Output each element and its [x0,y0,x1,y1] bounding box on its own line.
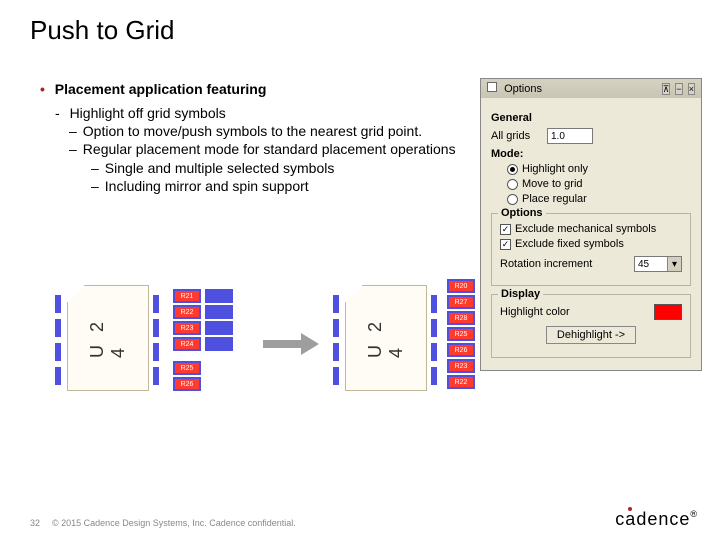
rotation-label: Rotation increment [500,258,634,270]
sublist-item: –Including mirror and spin support [55,177,456,195]
color-swatch[interactable] [654,304,682,320]
dehighlight-button[interactable]: Dehighlight -> [546,326,636,344]
resistor-col [205,289,233,351]
minimize-button[interactable]: − [675,83,682,95]
dehighlight-row: Dehighlight -> [500,326,682,344]
chevron-down-icon[interactable]: ▾ [667,257,681,271]
copyright: © 2015 Cadence Design Systems, Inc. Cade… [52,518,296,528]
dialog-icon [487,82,497,92]
main-bullet: • Placement application featuring [40,81,266,97]
diagram: U 2 4 R21 R22 R23 R24 R25 R26 U 2 4 R20 … [55,285,455,425]
footer: 32 © 2015 Cadence Design Systems, Inc. C… [30,518,296,528]
radio-row[interactable]: Move to grid [507,178,691,190]
mode-label-row: Mode: [491,148,691,160]
display-legend: Display [498,288,543,300]
display-fieldset: Display Highlight color Dehighlight -> [491,294,691,358]
highlight-label: Highlight color [500,306,654,318]
sublist-item: –Regular placement mode for standard pla… [55,140,456,158]
pin-col [55,295,61,385]
radio-icon[interactable] [507,164,518,175]
page-number: 32 [30,518,40,528]
resistor-col-left: R21 R22 R23 R24 R25 R26 [173,289,201,391]
rotation-combo[interactable]: 45 ▾ [634,256,682,272]
chip-left: U 2 4 [67,285,149,391]
dialog-title: Options [504,83,542,95]
radio-icon[interactable] [507,194,518,205]
pin-col [431,295,437,385]
highlight-row: Highlight color [500,304,682,320]
options-legend: Options [498,207,546,219]
dialog-body: General All grids Mode: Highlight only M… [481,98,701,370]
checkbox-icon[interactable] [500,224,511,235]
radio-row[interactable]: Highlight only [507,163,691,175]
close-button[interactable]: × [688,83,695,95]
options-dialog: Options ⊼ − × General All grids Mode: Hi… [480,78,702,371]
cadence-logo: cadence® [615,509,698,530]
pin-button[interactable]: ⊼ [662,83,671,95]
check-row[interactable]: Exclude fixed symbols [500,238,682,250]
mode-radios: Highlight only Move to grid Place regula… [491,163,691,205]
page-title: Push to Grid [30,15,175,46]
rotation-row: Rotation increment 45 ▾ [500,256,682,272]
radio-row[interactable]: Place regular [507,193,691,205]
allgrids-input[interactable] [547,128,593,144]
radio-icon[interactable] [507,179,518,190]
pin-col [153,295,159,385]
allgrids-row: All grids [491,128,691,144]
allgrids-label: All grids [491,130,547,142]
bullet-dot: • [40,81,45,97]
window-controls: ⊼ − × [660,83,695,95]
sublist: - Highlight off grid symbols –Option to … [55,104,456,195]
check-row[interactable]: Exclude mechanical symbols [500,223,682,235]
mode-label: Mode: [491,148,523,160]
main-bullet-text: Placement application featuring [55,81,267,97]
dialog-title-wrap: Options [487,82,542,95]
resistor-col-right: R20 R27 R28 R25 R26 R23 R22 [447,279,475,389]
sublist-item: –Option to move/push symbols to the near… [55,122,456,140]
dialog-titlebar[interactable]: Options ⊼ − × [481,79,701,98]
chip-right: U 2 4 [345,285,427,391]
options-fieldset: Options Exclude mechanical symbols Exclu… [491,213,691,286]
general-label: General [491,112,691,124]
arrow-icon [263,335,319,353]
sublist-item: - Highlight off grid symbols [55,104,456,122]
sublist-item: –Single and multiple selected symbols [55,159,456,177]
checkbox-icon[interactable] [500,239,511,250]
pin-col [333,295,339,385]
